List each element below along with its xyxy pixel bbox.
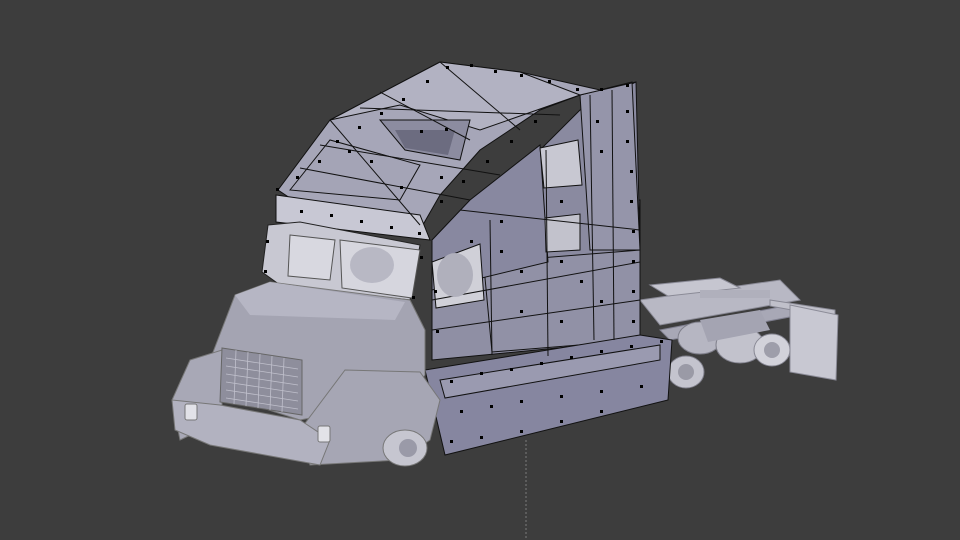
headlight-right bbox=[317, 425, 331, 443]
hood bbox=[171, 281, 441, 467]
3d-viewport[interactable]: edit-mode-vertex-select bbox=[0, 0, 960, 540]
grille bbox=[219, 347, 303, 416]
mud-flap bbox=[789, 304, 839, 381]
headlight-left bbox=[184, 403, 198, 421]
truck-model[interactable] bbox=[0, 0, 960, 540]
seat bbox=[350, 247, 394, 283]
